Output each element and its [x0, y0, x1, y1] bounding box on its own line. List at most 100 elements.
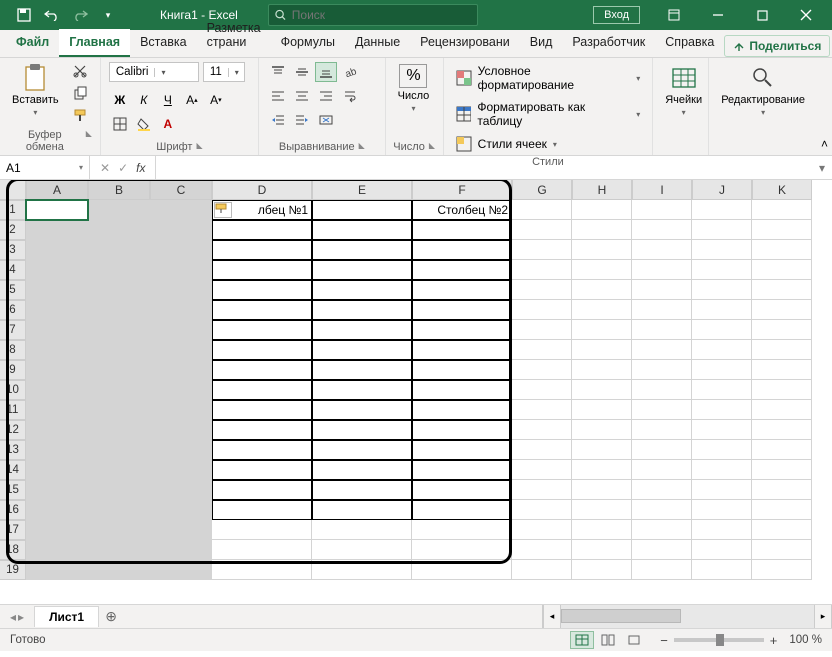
cell[interactable] — [632, 460, 692, 480]
cell[interactable] — [512, 380, 572, 400]
expand-formula-icon[interactable]: ▾ — [812, 161, 832, 175]
row-header[interactable]: 17 — [0, 520, 26, 540]
cell[interactable] — [752, 560, 812, 580]
row-header[interactable]: 18 — [0, 540, 26, 560]
cells-button[interactable]: Ячейки ▾ — [661, 62, 706, 119]
cell[interactable] — [632, 400, 692, 420]
dialog-launcher-icon[interactable]: ◣ — [196, 141, 202, 153]
worksheet-grid[interactable]: ABCDEFGHIJK1лбец №1Столбец №223456789101… — [0, 180, 832, 604]
cell[interactable] — [312, 400, 412, 420]
cell[interactable] — [632, 220, 692, 240]
cell[interactable] — [312, 520, 412, 540]
cell[interactable] — [752, 300, 812, 320]
collapse-ribbon-icon[interactable]: ˄ — [821, 137, 828, 151]
share-button[interactable]: Поделиться — [724, 35, 830, 57]
cell[interactable] — [512, 440, 572, 460]
cell[interactable] — [512, 260, 572, 280]
cell[interactable] — [752, 220, 812, 240]
cell[interactable] — [212, 220, 312, 240]
zoom-in-icon[interactable]: + — [770, 633, 778, 648]
align-top-icon[interactable] — [267, 62, 289, 82]
cell[interactable] — [512, 460, 572, 480]
cell[interactable] — [212, 240, 312, 260]
cell[interactable] — [150, 560, 212, 580]
cell[interactable] — [88, 520, 150, 540]
cell[interactable] — [632, 480, 692, 500]
cell[interactable] — [512, 200, 572, 220]
cell[interactable] — [312, 560, 412, 580]
redo-icon[interactable] — [68, 3, 92, 27]
cell[interactable] — [512, 320, 572, 340]
cell[interactable] — [88, 420, 150, 440]
cell[interactable] — [212, 340, 312, 360]
cell[interactable] — [26, 300, 88, 320]
cell[interactable] — [150, 540, 212, 560]
cell[interactable] — [312, 440, 412, 460]
cell[interactable] — [512, 280, 572, 300]
tab-file[interactable]: Файл — [6, 29, 59, 57]
cell[interactable] — [692, 500, 752, 520]
cell[interactable] — [88, 500, 150, 520]
orientation-icon[interactable]: ab — [339, 62, 361, 82]
align-right-icon[interactable] — [315, 86, 337, 106]
cell[interactable] — [692, 340, 752, 360]
cell[interactable] — [212, 360, 312, 380]
cell[interactable] — [26, 380, 88, 400]
cell[interactable] — [150, 200, 212, 220]
tab-view[interactable]: Вид — [520, 29, 563, 57]
zoom-slider[interactable] — [674, 638, 764, 642]
cell[interactable] — [150, 460, 212, 480]
cell[interactable] — [26, 480, 88, 500]
col-header[interactable]: D — [212, 180, 312, 200]
cell[interactable] — [512, 360, 572, 380]
save-icon[interactable] — [12, 3, 36, 27]
cell[interactable] — [212, 300, 312, 320]
cell[interactable] — [692, 200, 752, 220]
col-header[interactable]: I — [632, 180, 692, 200]
copy-icon[interactable] — [69, 84, 91, 102]
cell[interactable] — [632, 260, 692, 280]
align-left-icon[interactable] — [267, 86, 289, 106]
cell[interactable] — [752, 480, 812, 500]
cell[interactable] — [88, 220, 150, 240]
cell[interactable] — [26, 260, 88, 280]
horizontal-scrollbar[interactable]: ◂ ▸ — [542, 605, 832, 628]
cell[interactable] — [412, 400, 512, 420]
select-all-corner[interactable] — [0, 180, 26, 200]
cell[interactable] — [752, 360, 812, 380]
col-header[interactable]: A — [26, 180, 88, 200]
col-header[interactable]: E — [312, 180, 412, 200]
cell[interactable] — [632, 280, 692, 300]
row-header[interactable]: 14 — [0, 460, 26, 480]
cell[interactable] — [88, 260, 150, 280]
cell[interactable] — [212, 480, 312, 500]
cell[interactable] — [572, 340, 632, 360]
cell[interactable] — [692, 520, 752, 540]
cell[interactable] — [512, 240, 572, 260]
sheet-nav[interactable]: ◂▸ — [0, 610, 34, 624]
cell[interactable] — [752, 380, 812, 400]
cell[interactable] — [692, 460, 752, 480]
row-header[interactable]: 15 — [0, 480, 26, 500]
col-header[interactable]: B — [88, 180, 150, 200]
cell[interactable] — [150, 260, 212, 280]
row-header[interactable]: 5 — [0, 280, 26, 300]
cell[interactable] — [572, 280, 632, 300]
cell[interactable] — [312, 360, 412, 380]
conditional-format-button[interactable]: Условное форматирование▾ — [452, 62, 645, 94]
cell[interactable] — [150, 320, 212, 340]
cell[interactable] — [752, 460, 812, 480]
indent-decrease-icon[interactable] — [267, 110, 289, 130]
cell[interactable] — [692, 280, 752, 300]
cell[interactable] — [26, 520, 88, 540]
scroll-thumb[interactable] — [561, 609, 681, 623]
row-header[interactable]: 9 — [0, 360, 26, 380]
signin-button[interactable]: Вход — [593, 6, 640, 24]
font-size-combo[interactable]: 11▾ — [203, 62, 245, 82]
cell[interactable] — [412, 440, 512, 460]
cell[interactable] — [212, 560, 312, 580]
fill-color-icon[interactable] — [133, 114, 155, 134]
cell[interactable] — [412, 460, 512, 480]
col-header[interactable]: F — [412, 180, 512, 200]
row-header[interactable]: 8 — [0, 340, 26, 360]
